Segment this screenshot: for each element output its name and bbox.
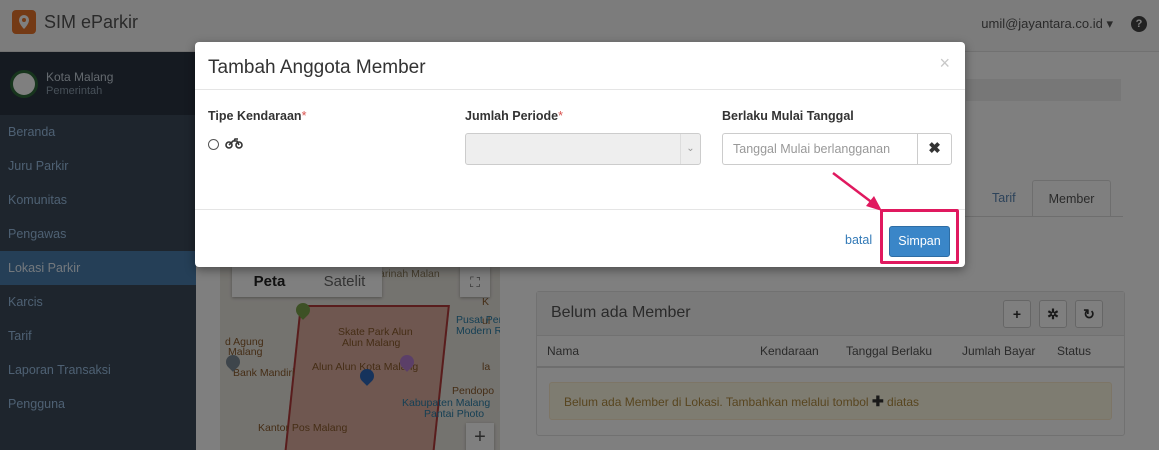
period-select[interactable]: ⌄	[465, 133, 701, 165]
modal-title: Tambah Anggota Member	[208, 57, 426, 78]
modal-header: Tambah Anggota Member ×	[195, 42, 965, 90]
cancel-link[interactable]: batal	[845, 233, 872, 247]
chevron-down-icon: ⌄	[680, 134, 700, 164]
vehicle-type-radio[interactable]	[208, 139, 219, 150]
close-icon[interactable]: ×	[939, 54, 950, 72]
clear-date-icon[interactable]: ✖	[917, 133, 952, 165]
add-member-modal: Tambah Anggota Member × Tipe Kendaraan* …	[195, 42, 965, 267]
start-date-label: Berlaku Mulai Tanggal	[722, 109, 854, 123]
period-label: Jumlah Periode*	[465, 109, 563, 123]
modal-footer: batal Simpan	[195, 209, 965, 267]
save-button-highlight	[880, 209, 959, 264]
motorcycle-icon	[225, 136, 243, 152]
vehicle-type-label: Tipe Kendaraan*	[208, 109, 307, 123]
start-date-input[interactable]	[722, 133, 917, 165]
